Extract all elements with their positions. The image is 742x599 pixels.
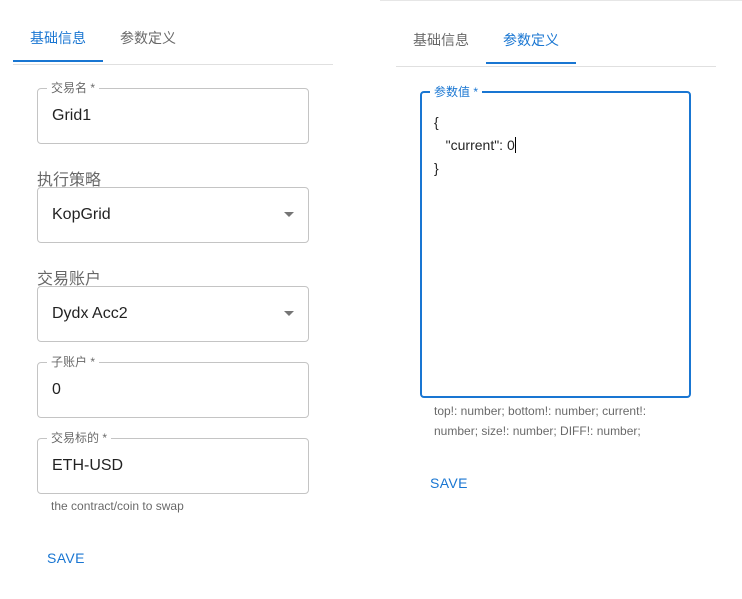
trade-name-value: Grid1 (52, 107, 92, 124)
tab-bar: 基础信息 参数定义 (396, 20, 716, 67)
subaccount-value: 0 (52, 381, 61, 398)
param-values-label: 参数值 * (430, 85, 483, 99)
trade-name-label: 交易名 * (47, 81, 100, 95)
tab-bar: 基础信息 参数定义 (13, 18, 333, 65)
strategy-select[interactable]: KopGrid (37, 187, 309, 243)
param-helper-line-2: number; size!: number; DIFF!: number; (434, 424, 641, 438)
subaccount-field[interactable]: 子账户 * 0 (37, 355, 309, 418)
param-values-code: { "current": 0 } (434, 111, 516, 180)
account-value: Dydx Acc2 (52, 305, 128, 322)
save-button[interactable]: SAVE (41, 546, 91, 570)
account-select[interactable]: Dydx Acc2 (37, 286, 309, 342)
code-line: "current": 0 (434, 137, 515, 153)
trade-name-field[interactable]: 交易名 * Grid1 (37, 81, 309, 144)
strategy-value: KopGrid (52, 206, 111, 223)
symbol-label: 交易标的 * (47, 431, 112, 445)
dropdown-arrow-icon (284, 212, 294, 217)
subaccount-label: 子账户 * (47, 355, 100, 369)
dropdown-arrow-icon (284, 311, 294, 316)
tab-param-definition[interactable]: 参数定义 (486, 20, 576, 64)
tab-basic-info[interactable]: 基础信息 (396, 20, 486, 64)
code-line: { (434, 114, 439, 130)
param-values-textarea[interactable]: 参数值 * { "current": 0 } (420, 85, 691, 398)
basic-info-panel: 基础信息 参数定义 交易名 * Grid1 执行策略 KopGrid 交易账户 … (0, 0, 345, 598)
param-helper-line-1: top!: number; bottom!: number; current!: (434, 404, 647, 418)
text-caret (514, 137, 516, 153)
symbol-value: ETH-USD (52, 457, 124, 474)
save-button[interactable]: SAVE (424, 471, 474, 495)
tab-param-definition[interactable]: 参数定义 (103, 18, 193, 62)
code-line: } (434, 160, 439, 176)
symbol-helper-text: the contract/coin to swap (51, 499, 184, 513)
symbol-field[interactable]: 交易标的 * ETH-USD (37, 431, 309, 494)
tab-basic-info[interactable]: 基础信息 (13, 18, 103, 62)
param-definition-panel: 基础信息 参数定义 参数值 * { "current": 0 } top!: n… (380, 0, 742, 599)
